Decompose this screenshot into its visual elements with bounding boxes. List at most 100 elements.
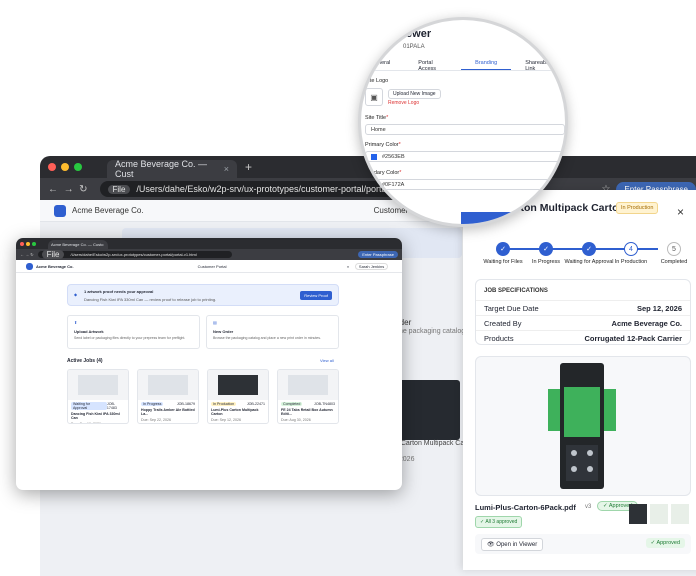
color-swatch[interactable] [371,153,377,160]
minimize-window-dot[interactable] [61,163,69,171]
site-logo-label: Site Logo [365,78,389,84]
job-id: JOB-22471 [246,402,265,406]
browser-tab[interactable]: Acme Beverage Co. — Custo [48,240,108,249]
close-icon[interactable]: × [677,205,684,219]
job-due: Due: Aug 30, 2026 [281,418,311,422]
help-icon[interactable]: ◑ [346,264,348,269]
upload-image-button[interactable]: Upload New Image [388,89,441,99]
reload-icon[interactable]: ↻ [79,184,87,195]
upload-icon: ⬆ [74,320,78,325]
job-status-badge: Waiting for Approval [71,402,107,410]
user-menu[interactable]: Sarah Jenkins [354,262,389,270]
primary-color-value: #2563EB [382,153,405,160]
artwork-preview[interactable] [475,356,691,496]
job-card[interactable]: Waiting for Approval JOB-17483 Dancing Fis… [67,369,129,424]
open-in-viewer-button[interactable]: 👁 Open in Viewer [481,538,544,551]
color-swatch[interactable] [371,181,377,188]
spec-row: Products Corrugated 12-Pack Carrier [476,330,690,345]
tab-1[interactable]: Portal Access [404,57,461,72]
address-bar[interactable]: File/Users/dahe/Esko/w2p-srv/ux-prototyp… [37,250,233,259]
file-name[interactable]: Lumi-Plus-Carton-6Pack.pdf [475,503,576,512]
logo-icon [26,262,33,270]
spec-value: Acme Beverage Co. [611,318,682,328]
step-4: 5 Completed [646,242,696,265]
company-name: Acme Beverage Co. [36,263,74,269]
spec-key: Target Due Date [484,303,539,313]
spec-row: Target Due Date Sep 12, 2026 [476,300,690,315]
step-circle: ✓ [582,242,596,256]
job-card[interactable]: Completed JOB-TN4803 FE 24 Tabs Retail Box… [277,369,339,424]
mini-tab-strip: Acme Beverage Co. — Custo [16,238,402,249]
site-title-input[interactable]: Home [365,124,565,135]
file-thumbnails[interactable] [629,504,691,524]
job-name: Hoppy Trails Amber Ale Bottled La... [141,408,195,416]
job-thumbnail [68,370,128,400]
job-status-badge: In Production [211,402,237,406]
portal-header: Acme Beverage Co. Customer Portal ◑ Sara… [16,260,402,273]
order-title: New Order [213,329,234,334]
job-due: Due: Sep 10, 2026 [71,422,101,424]
job-specifications-card: JOB SPECIFICATIONS Target Due Date Sep 12… [475,279,691,345]
passphrase-button[interactable]: Enter Passphrase [358,251,398,258]
secondary-color-value: #0F172A [382,181,405,188]
minimize-window-dot[interactable] [26,241,30,246]
image-icon: ▣ [365,88,383,106]
specs-heading: JOB SPECIFICATIONS [484,288,548,294]
carton-dieline-image [548,363,616,489]
job-due: Due: Sep 22, 2026 [141,418,171,422]
url-text: /Users/dahe/Esko/w2p-srv/ux-prototypes/c… [70,252,197,257]
order-subtitle: Browse the packaging catalog and place a… [213,336,321,340]
required-marker: * [398,142,401,148]
job-due: Due: Sep 12, 2026 [211,418,241,422]
front-browser-window: Acme Beverage Co. — Custo ← → ↻ File/Use… [16,238,402,490]
required-marker: * [386,115,389,121]
view-all-link[interactable]: View all [320,358,334,363]
maximize-window-dot[interactable] [32,241,36,246]
close-window-dot[interactable] [20,241,24,246]
step-circle: ✓ [539,242,553,256]
review-proof-button[interactable]: Review Proof [300,291,332,300]
tab-2[interactable]: Branding [461,57,512,70]
spec-value: Corrugated 12-Pack Carrier [584,333,682,343]
job-name: Lumi-Plus Carton Multipack Carton [211,408,259,416]
job-status-badge: Completed [281,402,303,406]
tab-3[interactable]: Shareable Link [511,57,565,72]
spec-key: Products [484,333,514,343]
viewer-row: 👁 Open in Viewer ✓ Approved [475,534,691,554]
spec-row: Created By Acme Beverage Co. [476,315,690,330]
remove-logo-link[interactable]: Remove Logo [388,100,419,106]
forward-icon[interactable]: → [64,184,74,195]
alert-icon: ◆ [74,292,78,297]
active-jobs-heading: Active Jobs (4) [67,358,103,364]
job-card[interactable]: In Production JOB-22471 Lumi-Plus Carton M… [207,369,269,424]
file-chip: File [107,184,131,194]
secondary-color-label: condary Color [365,170,400,176]
back-icon[interactable]: ← [48,184,58,195]
cart-icon: ▤ [213,320,217,325]
new-tab-icon[interactable]: + [245,160,252,174]
job-name: FE 24 Tabs Retail Box Autumn Editi... [281,408,333,416]
maximize-window-dot[interactable] [74,163,82,171]
new-order-card[interactable]: ▤ New Order Browse the packaging catalog… [206,315,339,349]
spec-key: Created By [484,318,522,328]
close-tab-icon[interactable]: × [224,164,229,174]
secondary-color-input[interactable]: #0F172A [365,179,565,190]
tab-0[interactable]: eneral [361,57,404,70]
job-status-badge: In Progress [141,402,164,406]
spec-value: Sep 12, 2026 [636,303,682,313]
close-window-dot[interactable] [48,163,56,171]
back-icon[interactable]: ← → ↻ [20,252,34,257]
status-badge: In Production [616,202,659,214]
portal-title: Customer Portal [197,263,227,269]
upload-artwork-card[interactable]: ⬆ Upload Artwork Send label or packaging… [67,315,200,349]
primary-color-input[interactable]: #2563EB [365,151,565,162]
banner-subtitle: Dancing Fish Kiwi IPA 330ml Can — review… [84,297,217,302]
all-approved-pill: ✓ All 3 approved [475,516,523,528]
company-name: Acme Beverage Co. [72,206,144,215]
step-circle: 4 [624,242,638,256]
banner-title: 1 artwork proof needs your approval [84,289,154,294]
job-thumbnail [138,370,198,400]
file-chip: File [41,250,65,259]
job-card[interactable]: In Progress JOB-18679 Hoppy Trails Amber A… [137,369,199,424]
browser-tab[interactable]: Acme Beverage Co. — Cust × [107,159,237,179]
